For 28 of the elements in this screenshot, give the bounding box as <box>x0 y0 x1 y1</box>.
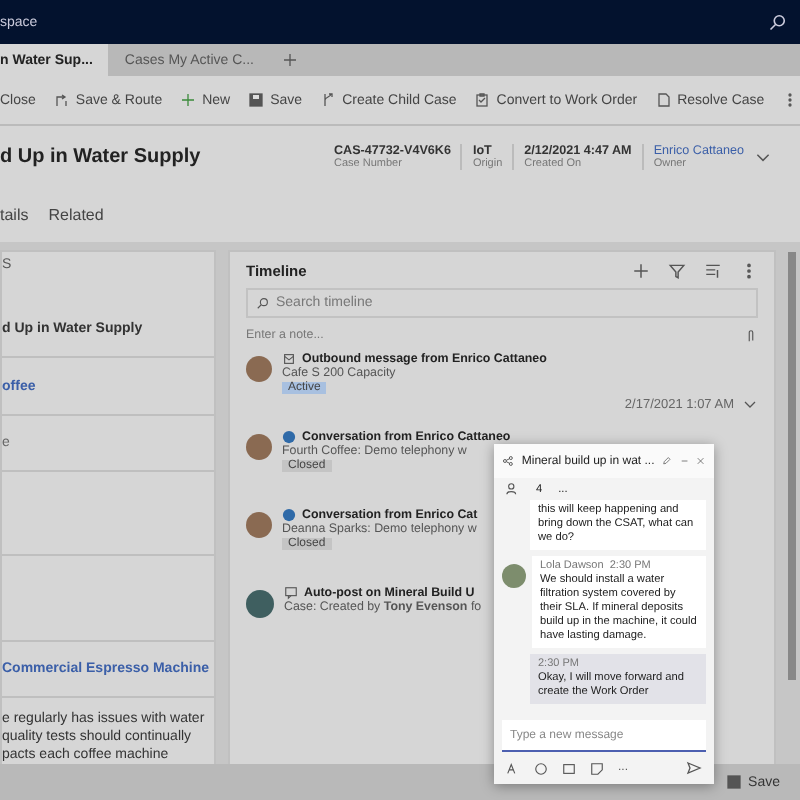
route-icon <box>53 92 70 108</box>
clipboard-icon <box>474 92 491 108</box>
format-icon[interactable] <box>506 761 520 775</box>
record-title: d Up in Water Supply <box>0 145 203 167</box>
paperclip-icon[interactable] <box>744 328 758 344</box>
list-icon[interactable] <box>704 262 722 280</box>
participants-icon <box>506 482 520 496</box>
envelope-icon <box>282 352 296 366</box>
share-icon <box>502 452 514 470</box>
avatar-icon <box>502 564 526 588</box>
send-icon[interactable] <box>686 760 702 776</box>
search-icon[interactable] <box>768 12 788 32</box>
plus-icon[interactable] <box>282 52 298 68</box>
avatar-icon <box>246 434 272 460</box>
comment-icon <box>284 586 298 600</box>
avatar-icon <box>246 356 272 382</box>
avatar-icon <box>246 512 272 538</box>
filter-icon[interactable] <box>668 262 686 280</box>
document-icon <box>655 92 672 108</box>
form-tab[interactable]: tails <box>0 205 29 223</box>
pencil-icon[interactable] <box>662 454 672 468</box>
bot-avatar-icon <box>246 590 274 618</box>
search-icon <box>256 296 270 310</box>
form-tab[interactable]: Related <box>48 205 104 223</box>
plus-icon[interactable] <box>632 262 650 280</box>
plus-icon <box>180 92 197 108</box>
branch-icon <box>320 92 337 108</box>
chevron-down-icon[interactable] <box>742 396 758 412</box>
